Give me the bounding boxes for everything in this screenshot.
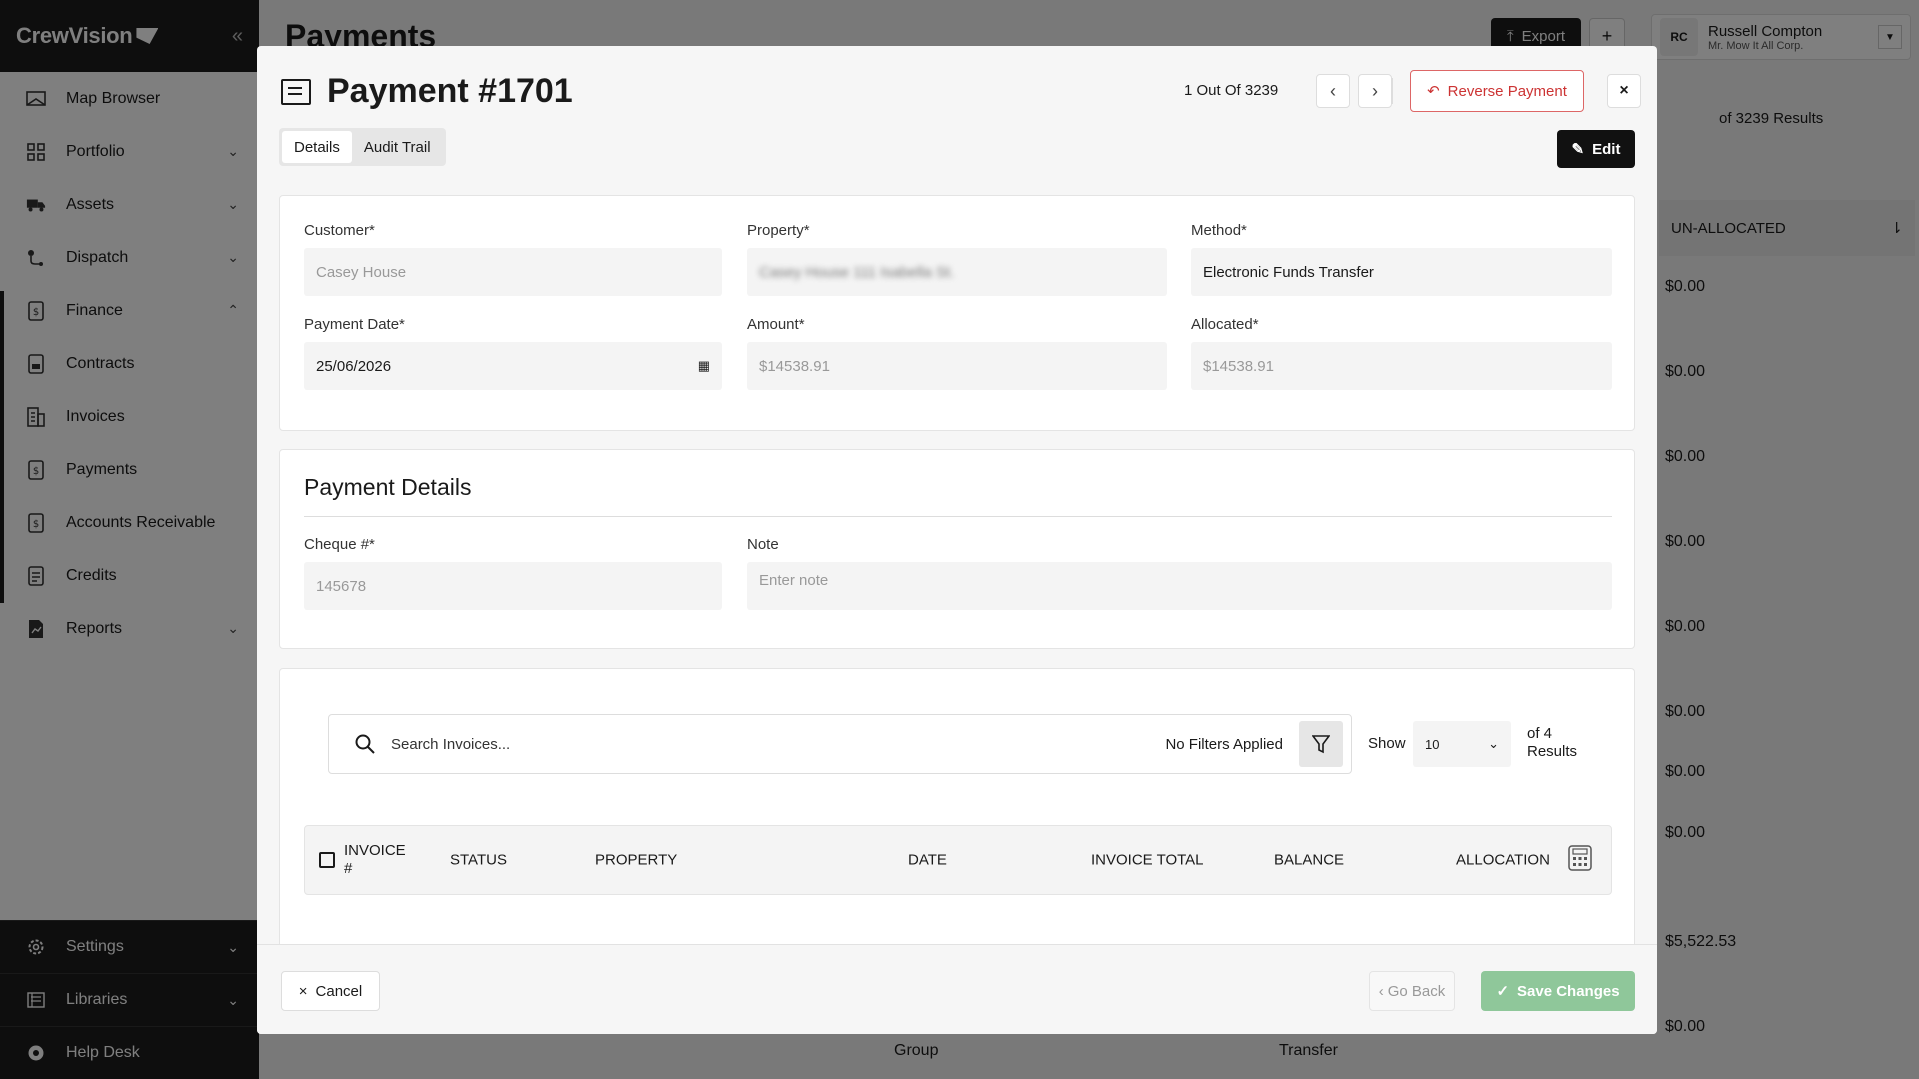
pager-text: 1 Out Of 3239 xyxy=(1184,82,1279,99)
payment-date-value: 25/06/2026 xyxy=(316,357,392,375)
payment-details-card: Payment Details Cheque #* 145678 Note En… xyxy=(279,449,1635,649)
payment-date-label: Payment Date* xyxy=(304,316,405,333)
chevron-down-icon: ⌄ xyxy=(1488,736,1499,751)
edit-label: Edit xyxy=(1592,140,1621,158)
note-field[interactable]: Enter note xyxy=(747,562,1612,610)
amount-label: Amount* xyxy=(747,316,805,333)
chevron-right-icon: › xyxy=(1372,80,1378,101)
method-label: Method* xyxy=(1191,222,1247,239)
close-icon: × xyxy=(1619,82,1629,99)
column-header-status[interactable]: STATUS xyxy=(450,852,507,869)
property-field[interactable]: Casey House 111 Isabella St. xyxy=(747,248,1167,296)
modal-header: Payment #1701 xyxy=(281,72,573,111)
modal-tabs: Details Audit Trail xyxy=(279,128,446,166)
amount-field[interactable]: $14538.91 xyxy=(747,342,1167,390)
property-value: Casey House 111 Isabella St. xyxy=(759,263,955,281)
save-label: Save Changes xyxy=(1517,982,1620,1000)
show-label: Show xyxy=(1368,735,1406,752)
divider xyxy=(1392,78,1393,104)
check-icon: ✓ xyxy=(1496,983,1510,1000)
tab-audit-trail[interactable]: Audit Trail xyxy=(352,131,443,163)
invoice-search-bar: Search Invoices... No Filters Applied xyxy=(328,714,1352,774)
chevron-left-icon: ‹ xyxy=(1330,80,1336,101)
cheque-field[interactable]: 145678 xyxy=(304,562,722,610)
page-size-select[interactable]: 10 ⌄ xyxy=(1413,721,1511,767)
cancel-button[interactable]: × Cancel xyxy=(281,971,380,1011)
modal-title: Payment #1701 xyxy=(327,72,573,110)
edit-button[interactable]: ✎ Edit xyxy=(1557,130,1635,168)
column-header-property[interactable]: PROPERTY xyxy=(595,852,677,869)
allocated-field[interactable]: $14538.91 xyxy=(1191,342,1612,390)
filter-button[interactable] xyxy=(1299,721,1343,767)
select-all-checkbox[interactable] xyxy=(319,852,335,868)
undo-icon: ↶ xyxy=(1427,83,1440,100)
modal-footer: × Cancel ‹ Go Back ✓ Save Changes xyxy=(257,944,1657,1034)
column-header-allocation[interactable]: ALLOCATION xyxy=(1456,852,1550,869)
customer-field[interactable]: Casey House xyxy=(304,248,722,296)
invoice-table-header: INVOICE # STATUS PROPERTY DATE INVOICE T… xyxy=(304,825,1612,895)
cheque-label: Cheque #* xyxy=(304,536,375,553)
search-icon xyxy=(355,734,375,754)
invoice-results-count: of 4 Results xyxy=(1527,725,1577,761)
filter-icon xyxy=(1312,735,1330,754)
note-label: Note xyxy=(747,536,779,553)
column-header-date[interactable]: DATE xyxy=(908,852,947,869)
invoices-card: Search Invoices... No Filters Applied Sh… xyxy=(279,668,1635,968)
results-word: Results xyxy=(1527,743,1578,760)
payment-details-title: Payment Details xyxy=(304,474,472,500)
close-icon: × xyxy=(298,982,308,1000)
go-back-button[interactable]: ‹ Go Back xyxy=(1369,971,1455,1011)
tab-details[interactable]: Details xyxy=(282,131,352,163)
document-icon xyxy=(281,78,311,105)
next-button[interactable]: › xyxy=(1358,74,1392,108)
customer-label: Customer* xyxy=(304,222,375,239)
go-back-label: Go Back xyxy=(1387,982,1446,1000)
close-button[interactable]: × xyxy=(1607,74,1641,108)
column-header-balance[interactable]: BALANCE xyxy=(1274,852,1344,869)
results-count: of 4 xyxy=(1527,725,1553,742)
chevron-left-icon: ‹ xyxy=(1378,982,1384,1000)
column-header-invoice-total[interactable]: INVOICE TOTAL xyxy=(1091,852,1204,869)
calendar-icon[interactable]: ▦ xyxy=(698,358,710,374)
payment-date-field[interactable]: 25/06/2026 ▦ xyxy=(304,342,722,390)
filters-status: No Filters Applied xyxy=(1165,735,1283,753)
column-header-invoice[interactable]: INVOICE # xyxy=(344,842,414,878)
payment-modal: Payment #1701 1 Out Of 3239 ‹ › ↶ Revers… xyxy=(257,46,1657,1034)
pencil-icon: ✎ xyxy=(1571,141,1585,158)
allocated-label: Allocated* xyxy=(1191,316,1259,333)
reverse-payment-button[interactable]: ↶ Reverse Payment xyxy=(1410,70,1584,112)
reverse-label: Reverse Payment xyxy=(1447,82,1567,100)
save-changes-button[interactable]: ✓ Save Changes xyxy=(1481,971,1635,1011)
property-label: Property* xyxy=(747,222,810,239)
search-input[interactable]: Search Invoices... xyxy=(391,736,1165,753)
divider xyxy=(304,516,1612,517)
calculator-icon[interactable] xyxy=(1568,845,1592,875)
previous-button[interactable]: ‹ xyxy=(1316,74,1350,108)
cancel-label: Cancel xyxy=(315,982,363,1000)
payment-fields-card: Customer* Casey House Property* Casey Ho… xyxy=(279,195,1635,431)
page-size-value: 10 xyxy=(1425,736,1440,752)
method-field[interactable]: Electronic Funds Transfer xyxy=(1191,248,1612,296)
